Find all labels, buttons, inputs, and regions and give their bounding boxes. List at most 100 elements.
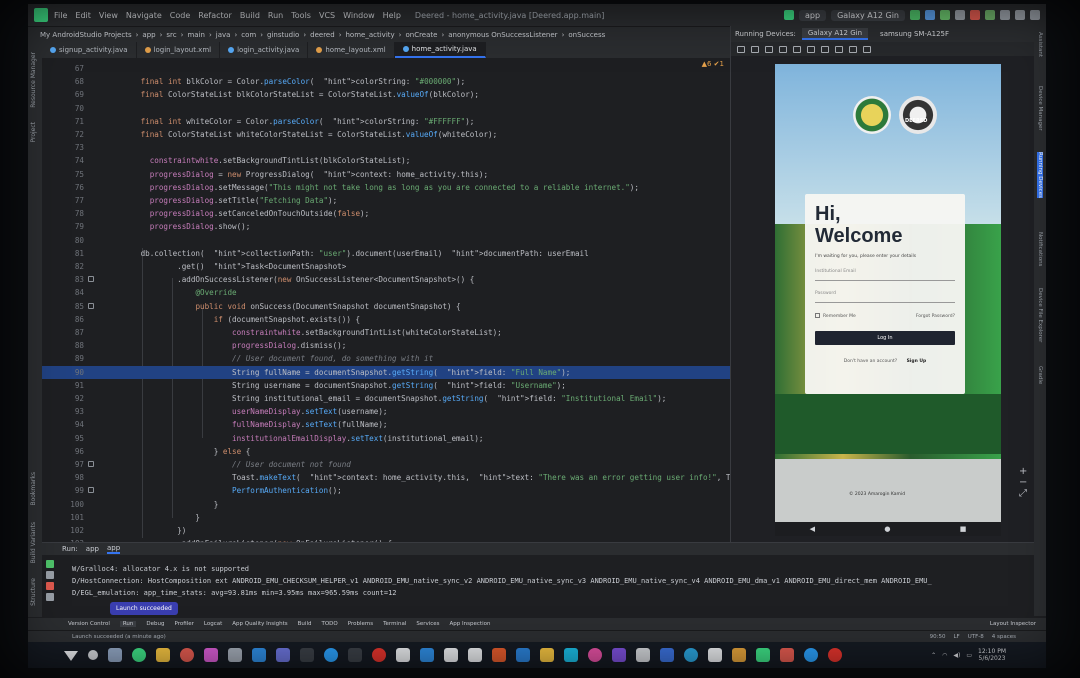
overview-icon[interactable] [835, 45, 843, 53]
tool-version-control[interactable]: Version Control [68, 621, 110, 627]
code-text[interactable]: db.collection( "hint">collectionPath: "u… [104, 247, 589, 260]
code-line[interactable]: 90 String fullName = documentSnapshot.ge… [42, 365, 730, 379]
app-icon[interactable] [828, 648, 842, 662]
app-icon[interactable] [492, 648, 506, 662]
forgot-password-link[interactable]: Forgot Password? [916, 314, 955, 319]
breadcrumb-item[interactable]: onSuccess [568, 31, 605, 39]
menu-run[interactable]: Run [268, 11, 283, 20]
tab-device-samsung[interactable]: samsung SM-A125F [874, 29, 955, 39]
line-number[interactable]: 77 [58, 194, 84, 207]
zoom-out-icon[interactable]: − [1019, 477, 1027, 488]
visual-studio-icon[interactable] [612, 648, 626, 662]
menu-help[interactable]: Help [383, 11, 401, 20]
code-line[interactable]: 88 progressDialog.dismiss(); [42, 339, 730, 352]
menu-refactor[interactable]: Refactor [198, 11, 232, 20]
notifications-tab[interactable]: Notifications [1037, 232, 1043, 266]
line-number[interactable]: 70 [58, 102, 84, 115]
volume-up-icon[interactable] [751, 45, 759, 53]
tab-login-layout[interactable]: login_layout.xml [137, 42, 221, 58]
project-tab[interactable]: Project [30, 122, 37, 143]
line-number[interactable]: 96 [58, 445, 84, 458]
home-icon[interactable] [821, 45, 829, 53]
line-number[interactable]: 92 [58, 392, 84, 405]
code-line[interactable]: 74 constraintwhite.setBackgroundTintList… [42, 154, 730, 167]
breadcrumb-item[interactable]: deered [310, 31, 335, 39]
file-explorer-icon[interactable] [156, 648, 170, 662]
code-line[interactable]: 91 String username = documentSnapshot.ge… [42, 379, 730, 392]
code-text[interactable]: progressDialog.setCanceledOnTouchOutside… [104, 207, 369, 220]
caret-position[interactable]: 90:50 [930, 634, 946, 640]
code-text[interactable]: progressDialog.setMessage("This might no… [104, 181, 639, 194]
chevron-up-icon[interactable]: ⌃ [931, 652, 936, 659]
code-text[interactable]: String fullName = documentSnapshot.getSt… [104, 366, 570, 379]
code-text[interactable]: } [104, 498, 219, 511]
tab-home-layout[interactable]: home_layout.xml [308, 42, 395, 58]
line-number[interactable]: 99 [58, 484, 84, 497]
resource-manager-tab[interactable]: Resource Manager [30, 52, 37, 108]
breadcrumb-item[interactable]: main [187, 31, 205, 39]
mail-icon[interactable] [252, 648, 266, 662]
code-line[interactable]: 76 progressDialog.setMessage("This might… [42, 181, 730, 194]
camera-icon[interactable] [849, 45, 857, 53]
code-line[interactable]: 80 [42, 234, 730, 247]
tool-debug[interactable]: Debug [146, 621, 164, 627]
code-text[interactable]: .get() "hint">Task<DocumentSnapshot> [104, 260, 346, 273]
camera-run-icon[interactable] [46, 593, 54, 601]
tool-terminal[interactable]: Terminal [383, 621, 406, 627]
line-number[interactable]: 90 [58, 366, 84, 379]
code-line[interactable]: 101 } [42, 511, 730, 524]
line-number[interactable]: 76 [58, 181, 84, 194]
run-icon[interactable] [910, 10, 920, 20]
battery-icon[interactable]: ▭ [966, 652, 972, 659]
tool-logcat[interactable]: Logcat [204, 621, 222, 627]
app-icon[interactable] [204, 648, 218, 662]
spotify-icon[interactable] [132, 648, 146, 662]
code-text[interactable]: constraintwhite.setBackgroundTintList(wh… [104, 326, 502, 339]
device-dropdown[interactable]: Galaxy A12 Gin [831, 9, 905, 21]
app-icon[interactable] [708, 648, 722, 662]
line-number[interactable]: 67 [58, 62, 84, 75]
notepad-icon[interactable] [396, 648, 410, 662]
code-line[interactable]: 94 fullNameDisplay.setText(fullName); [42, 418, 730, 431]
code-text[interactable]: final int blkColor = Color.parseColor( "… [104, 75, 466, 88]
menu-build[interactable]: Build [240, 11, 260, 20]
code-text[interactable]: } [104, 511, 200, 524]
line-number[interactable]: 95 [58, 432, 84, 445]
speaker-icon[interactable]: ◀) [953, 652, 960, 659]
password-field[interactable]: Password [815, 291, 955, 303]
code-text[interactable]: institutionalEmailDisplay.setText(instit… [104, 432, 483, 445]
device-manager-icon[interactable] [1000, 10, 1010, 20]
tab-signup-activity[interactable]: signup_activity.java [42, 42, 137, 58]
breadcrumb-item[interactable]: onCreate [405, 31, 437, 39]
stop-run-icon[interactable] [46, 582, 54, 590]
code-line[interactable]: 73 [42, 141, 730, 154]
code-text[interactable]: userNameDisplay.setText(username); [104, 405, 387, 418]
debug-icon[interactable] [940, 10, 950, 20]
code-text[interactable]: @Override [104, 286, 236, 299]
search-taskbar-icon[interactable] [88, 650, 98, 660]
line-number[interactable]: 98 [58, 471, 84, 484]
code-text[interactable]: final ColorStateList whiteColorStateList… [104, 128, 498, 141]
code-line[interactable]: 97 // User document not found [42, 458, 730, 471]
code-line[interactable]: 102 }) [42, 524, 730, 537]
profiler-icon[interactable] [955, 10, 965, 20]
breadcrumb-item[interactable]: src [166, 31, 176, 39]
line-number[interactable]: 101 [58, 511, 84, 524]
rotate-right-icon[interactable] [793, 45, 801, 53]
code-line[interactable]: 99 PerformAuthentication(); [42, 484, 730, 497]
code-text[interactable]: PerformAuthentication(); [104, 484, 342, 497]
back-triangle-icon[interactable]: ◀ [810, 525, 815, 533]
tool-services[interactable]: Services [416, 621, 439, 627]
build-variants-tab[interactable]: Build Variants [30, 522, 37, 563]
menu-tools[interactable]: Tools [291, 11, 311, 20]
login-button[interactable]: Log In [815, 331, 955, 345]
code-text[interactable]: .addOnSuccessListener(new OnSuccessListe… [104, 273, 474, 286]
run-tab-app-active[interactable]: app [106, 544, 121, 554]
opera-icon[interactable] [372, 648, 386, 662]
chrome-icon[interactable] [180, 648, 194, 662]
fit-screen-icon[interactable]: ⤢ [1019, 488, 1027, 499]
app-icon[interactable] [468, 648, 482, 662]
app-icon[interactable] [420, 648, 434, 662]
app-icon[interactable] [684, 648, 698, 662]
line-number[interactable]: 82 [58, 260, 84, 273]
